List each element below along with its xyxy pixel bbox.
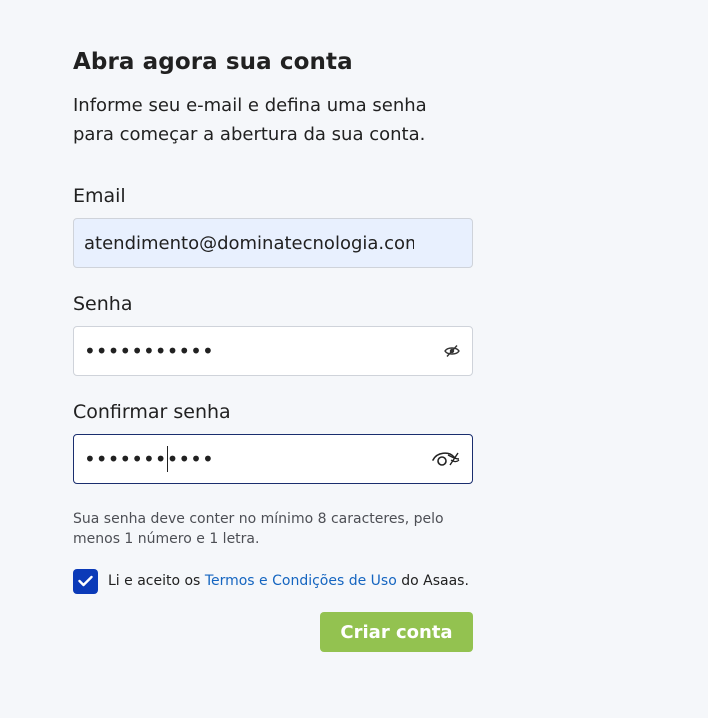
terms-prefix: Li e aceito os [108, 573, 201, 589]
create-account-button[interactable]: Criar conta [320, 612, 473, 652]
email-field-box [73, 218, 473, 268]
password-hint-line-2: menos 1 número e 1 letra. [73, 531, 260, 547]
confirm-password-label: Confirmar senha [73, 401, 231, 423]
terms-suffix: do Asaas. [401, 573, 469, 589]
terms-text: Li e aceito os Termos e Condições de Uso… [108, 573, 469, 589]
page-title: Abra agora sua conta [73, 49, 353, 75]
password-field[interactable] [74, 327, 414, 375]
text-caret [167, 446, 168, 472]
terms-row: Li e aceito os Termos e Condições de Uso… [73, 568, 473, 594]
password-hint: Sua senha deve conter no mínimo 8 caract… [73, 509, 473, 549]
signup-page: Abra agora sua conta Informe seu e-mail … [0, 0, 708, 718]
checkmark-icon [78, 575, 93, 587]
password-hint-line-1: Sua senha deve conter no mínimo 8 caract… [73, 511, 444, 527]
eye-slash-icon[interactable] [430, 447, 462, 471]
eye-slash-icon[interactable] [442, 341, 462, 361]
intro-line-2: para começar a abertura da sua conta. [73, 124, 426, 145]
terms-checkbox[interactable] [73, 568, 98, 594]
email-label: Email [73, 185, 126, 207]
confirm-password-field-box [73, 434, 473, 484]
password-field-box [73, 326, 473, 376]
password-label: Senha [73, 293, 133, 315]
signup-form: Abra agora sua conta Informe seu e-mail … [73, 44, 473, 652]
form-actions: Criar conta [73, 612, 473, 652]
confirm-password-field[interactable] [74, 435, 414, 483]
intro-text: Informe seu e-mail e defina uma senha pa… [73, 91, 473, 149]
terms-link[interactable]: Termos e Condições de Uso [205, 573, 397, 589]
intro-line-1: Informe seu e-mail e defina uma senha [73, 95, 427, 116]
email-field[interactable] [74, 219, 414, 267]
